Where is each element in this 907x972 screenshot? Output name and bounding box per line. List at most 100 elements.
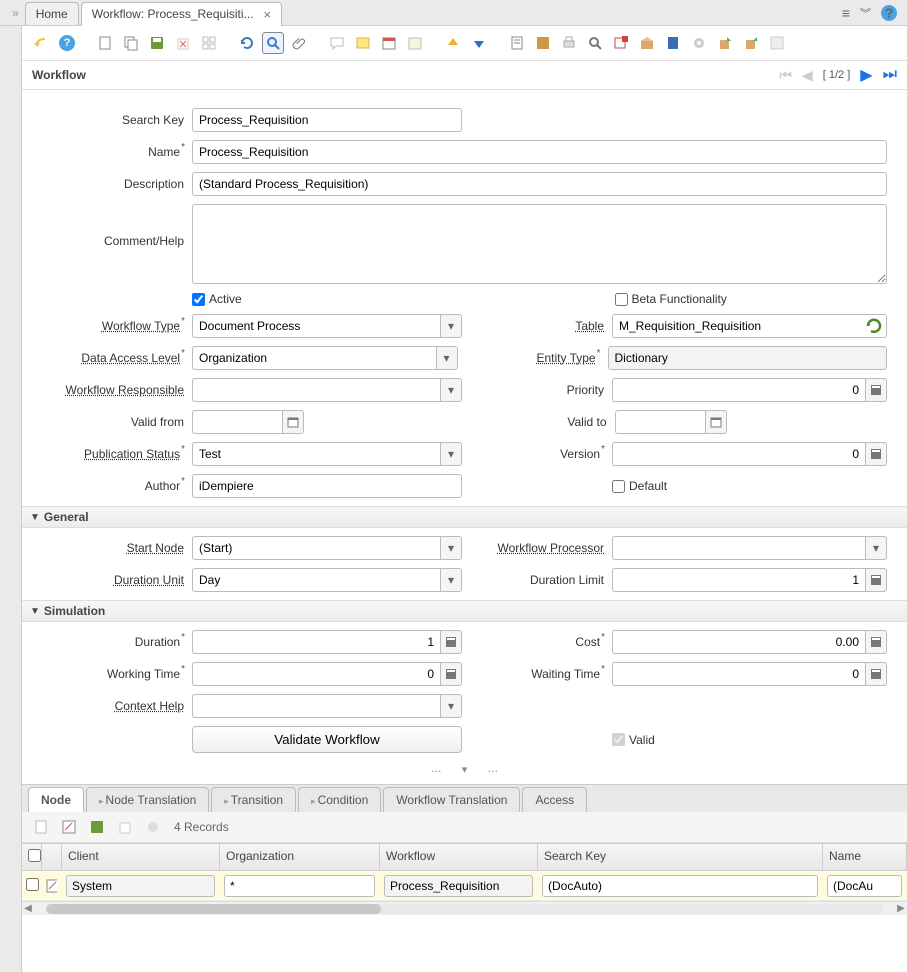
calculator-icon[interactable]: [865, 442, 887, 466]
find-icon[interactable]: [262, 32, 284, 54]
tab-access[interactable]: Access: [522, 787, 587, 812]
calculator-icon[interactable]: [440, 630, 462, 654]
author-input[interactable]: [192, 474, 462, 498]
calendar-icon[interactable]: [705, 410, 727, 434]
context-help-select[interactable]: ▾: [192, 694, 462, 718]
col-organization[interactable]: Organization: [220, 844, 380, 870]
section-general[interactable]: ▼General: [22, 506, 907, 528]
row-checkbox[interactable]: [26, 878, 39, 891]
help-toolbar-icon[interactable]: ?: [56, 32, 78, 54]
tab-node-translation[interactable]: ▸Node Translation: [86, 787, 209, 812]
customize-icon[interactable]: [766, 32, 788, 54]
tab-workflow[interactable]: Workflow: Process_Requisiti... ×: [81, 2, 282, 26]
table-row[interactable]: [22, 871, 907, 901]
horizontal-scrollbar[interactable]: ◀ ▶: [22, 901, 907, 915]
calendar-icon[interactable]: [378, 32, 400, 54]
wf-processor-select[interactable]: ▾: [612, 536, 887, 560]
pub-status-select[interactable]: ▾: [192, 442, 462, 466]
calculator-icon[interactable]: [865, 378, 887, 402]
valid-to-input[interactable]: [615, 410, 727, 434]
tab-node[interactable]: Node: [28, 787, 84, 812]
chevron-down-icon[interactable]: ▾: [440, 568, 462, 592]
tab-transition[interactable]: ▸Transition: [211, 787, 296, 812]
refresh-icon[interactable]: [236, 32, 258, 54]
beta-checkbox[interactable]: Beta Functionality: [615, 292, 888, 306]
calculator-icon[interactable]: [865, 568, 887, 592]
chevron-down-icon[interactable]: ▾: [440, 536, 462, 560]
chat-icon[interactable]: [326, 32, 348, 54]
chevron-down-icon[interactable]: ▾: [440, 378, 462, 402]
col-client[interactable]: Client: [62, 844, 220, 870]
grid-toggle-icon[interactable]: [198, 32, 220, 54]
process-icon[interactable]: [662, 32, 684, 54]
tab-home[interactable]: Home: [25, 2, 79, 25]
description-input[interactable]: [192, 172, 887, 196]
help-icon[interactable]: ?: [881, 5, 897, 21]
chevron-down-icon[interactable]: ▾: [440, 442, 462, 466]
last-record-icon[interactable]: ⏭: [883, 66, 897, 84]
data-access-select[interactable]: ▾: [192, 346, 458, 370]
edit-row-icon[interactable]: [42, 877, 62, 895]
col-search-key[interactable]: Search Key: [538, 844, 823, 870]
first-record-icon[interactable]: ⏮: [779, 67, 792, 84]
cell-name[interactable]: [827, 875, 902, 897]
save-row-icon[interactable]: [86, 816, 108, 838]
collapse-icon[interactable]: ︾: [860, 5, 871, 21]
duration-limit-input[interactable]: [612, 568, 865, 592]
active-checkbox[interactable]: Active: [192, 292, 465, 306]
prev-record-icon[interactable]: ◀: [802, 67, 813, 84]
workflow-type-select[interactable]: ▾: [192, 314, 462, 338]
chevron-down-icon[interactable]: ▾: [865, 536, 887, 560]
edit-row-icon[interactable]: [58, 816, 80, 838]
tabs-overflow-icon[interactable]: »: [6, 6, 25, 20]
duration-unit-select[interactable]: ▾: [192, 568, 462, 592]
working-time-input[interactable]: [192, 662, 440, 686]
start-node-select[interactable]: ▾: [192, 536, 462, 560]
delete-icon[interactable]: [172, 32, 194, 54]
product-icon[interactable]: [636, 32, 658, 54]
import-icon[interactable]: [740, 32, 762, 54]
export-icon[interactable]: [714, 32, 736, 54]
report-icon[interactable]: [506, 32, 528, 54]
select-all-checkbox[interactable]: [28, 849, 41, 862]
up-icon[interactable]: [442, 32, 464, 54]
chevron-down-icon[interactable]: ▾: [440, 694, 462, 718]
calculator-icon[interactable]: [865, 630, 887, 654]
calendar-icon[interactable]: [282, 410, 304, 434]
undo-icon[interactable]: [30, 32, 52, 54]
new-icon[interactable]: [94, 32, 116, 54]
menu-icon[interactable]: ≡: [842, 5, 850, 21]
waiting-time-input[interactable]: [612, 662, 865, 686]
col-name[interactable]: Name: [823, 844, 907, 870]
gear-icon[interactable]: [688, 32, 710, 54]
chevron-down-icon[interactable]: ▾: [440, 314, 462, 338]
cell-org[interactable]: [224, 875, 375, 897]
zoom-across-icon[interactable]: [584, 32, 606, 54]
valid-from-input[interactable]: [192, 410, 304, 434]
close-icon[interactable]: ×: [264, 7, 272, 22]
note-icon[interactable]: [352, 32, 374, 54]
table-input[interactable]: [612, 314, 887, 338]
version-input[interactable]: [612, 442, 865, 466]
chevron-down-icon[interactable]: ▾: [436, 346, 458, 370]
process-row-icon[interactable]: [142, 816, 164, 838]
cell-search-key[interactable]: [542, 875, 818, 897]
tab-condition[interactable]: ▸Condition: [298, 787, 381, 812]
delete-row-icon[interactable]: [114, 816, 136, 838]
save-icon[interactable]: [146, 32, 168, 54]
request-icon[interactable]: [404, 32, 426, 54]
tab-wf-translation[interactable]: Workflow Translation: [383, 787, 520, 812]
down-icon[interactable]: [468, 32, 490, 54]
search-key-input[interactable]: [192, 108, 462, 132]
refresh-link-icon[interactable]: [865, 317, 883, 335]
calculator-icon[interactable]: [440, 662, 462, 686]
new-row-icon[interactable]: [30, 816, 52, 838]
comment-input[interactable]: [192, 204, 887, 284]
wf-responsible-select[interactable]: ▾: [192, 378, 462, 402]
cost-input[interactable]: [612, 630, 865, 654]
priority-input[interactable]: [612, 378, 865, 402]
next-record-icon[interactable]: ▶: [860, 65, 872, 85]
active-wf-icon[interactable]: [610, 32, 632, 54]
resize-handle[interactable]: …▾…: [42, 761, 887, 778]
default-checkbox[interactable]: Default: [612, 479, 887, 493]
